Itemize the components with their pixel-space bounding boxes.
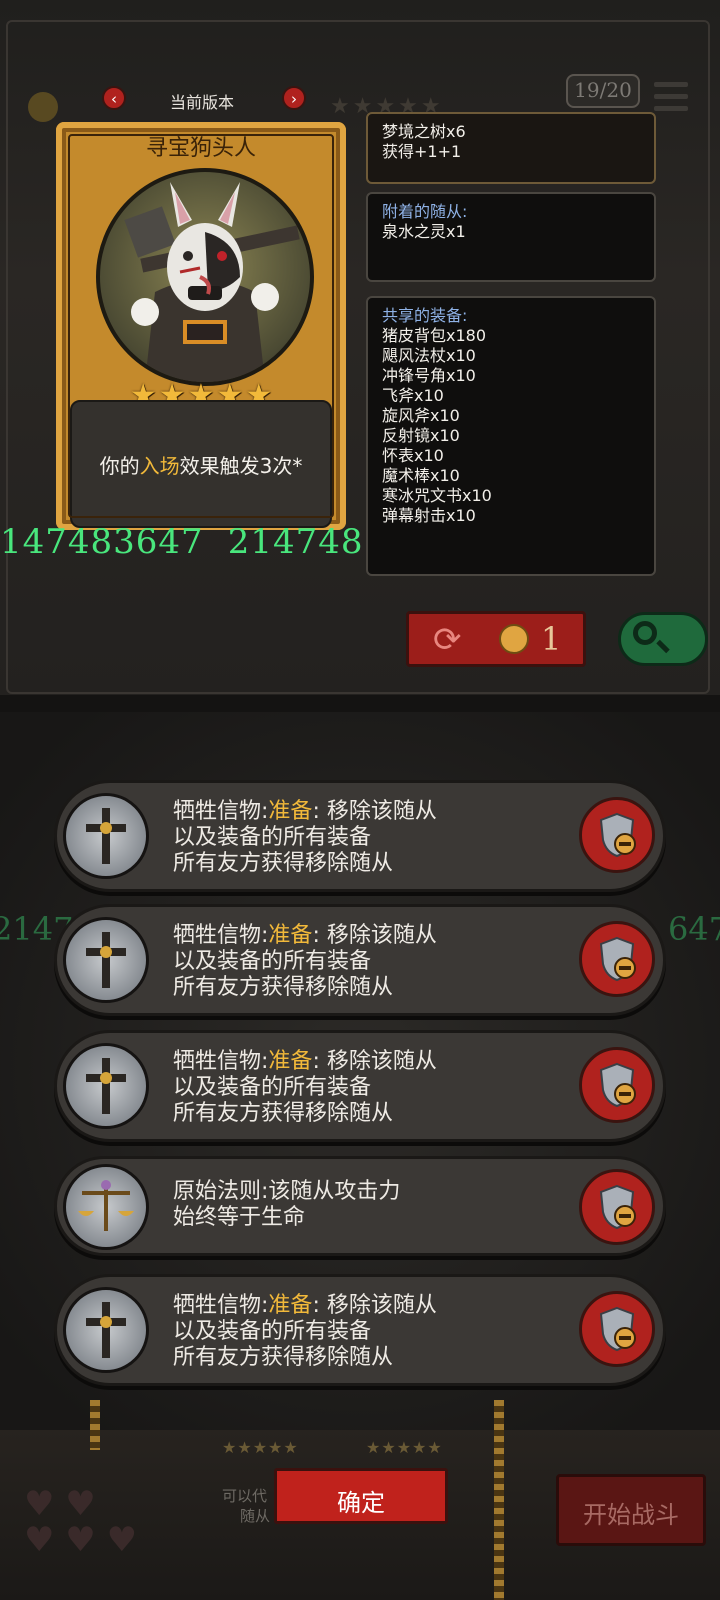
equipment-item: 飞斧x10 <box>382 386 444 405</box>
search-icon <box>633 621 657 645</box>
remove-relic-button[interactable] <box>579 1047 655 1123</box>
attack-value: 147483647 <box>0 522 204 562</box>
kobold-dog-portrait-icon <box>96 168 314 386</box>
relic-description: 牺牲信物:准备: 移除该随从 以及装备的所有装备 所有友方获得移除随从 <box>173 1049 437 1126</box>
hero-name: 寻宝狗头人 <box>145 136 256 161</box>
equipment-item: 弹幕射击x10 <box>382 506 476 525</box>
shield-minus-icon <box>599 1306 636 1352</box>
remove-relic-button[interactable] <box>579 797 655 873</box>
star-row-decoration: ★★★★★ <box>366 1438 443 1457</box>
confirm-label: 确定 <box>337 1489 385 1517</box>
relic-row: 牺牲信物:准备: 移除该随从 以及装备的所有装备 所有友方获得移除随从 <box>54 904 666 1016</box>
dream-tree-panel: 梦境之树x6 获得+1+1 <box>366 112 656 184</box>
relic-description: 牺牲信物:准备: 移除该随从 以及装备的所有装备 所有友方获得移除随从 <box>173 1293 437 1370</box>
shield-minus-icon <box>599 1062 636 1108</box>
shared-equipment-panel: 共享的装备: 猪皮背包x180 飓风法杖x10 冲锋号角x10 飞斧x10 旋风… <box>366 296 656 576</box>
relic-row: 牺牲信物:准备: 移除该随从 以及装备的所有装备 所有友方获得移除随从 <box>54 1030 666 1142</box>
equipment-item: 旋风斧x10 <box>382 406 460 425</box>
chain-decoration <box>494 1400 504 1600</box>
relic-row: 原始法则:该随从攻击力 始终等于生命 <box>54 1156 666 1256</box>
equipment-item: 怀表x10 <box>382 446 444 465</box>
menu-icon[interactable] <box>654 82 688 118</box>
search-button[interactable] <box>618 612 708 666</box>
equipment-item: 魔术棒x10 <box>382 466 460 485</box>
scales-relic-icon <box>63 1164 149 1250</box>
cross-relic-icon <box>63 793 149 879</box>
cross-relic-icon <box>63 1043 149 1129</box>
shield-minus-icon <box>599 1184 636 1230</box>
equipment-item: 飓风法杖x10 <box>382 346 476 365</box>
start-battle-label: 开始战斗 <box>583 1501 679 1529</box>
relic-description: 牺牲信物:准备: 移除该随从 以及装备的所有装备 所有友方获得移除随从 <box>173 799 437 876</box>
confirm-button[interactable]: 确定 <box>274 1468 448 1524</box>
relic-description: 原始法则:该随从攻击力 始终等于生命 <box>173 1179 401 1230</box>
cross-relic-icon <box>63 917 149 1003</box>
chain-decoration <box>90 1400 100 1450</box>
hero-detail-panel: ‹ 当前版本 › ★★★★★ 19/20 寻宝狗头人 ★★★★★ 你的入场效果触… <box>0 0 720 695</box>
shared-heading: 共享的装备: <box>382 306 468 325</box>
remove-relic-button[interactable] <box>579 1291 655 1367</box>
equipment-item: 寒冰咒文书x10 <box>382 486 492 505</box>
previous-version-button[interactable]: ‹ <box>102 86 126 110</box>
refresh-shop-button[interactable]: ⟳ 1 <box>406 611 586 667</box>
version-label: 当前版本 <box>170 93 235 112</box>
relic-description: 牺牲信物:准备: 移除该随从 以及装备的所有装备 所有友方获得移除随从 <box>173 923 437 1000</box>
hero-card[interactable]: 寻宝狗头人 ★★★★★ 你的入场效果触发3次* <box>56 122 346 530</box>
background-number: 647 <box>668 910 720 948</box>
star-row-decoration: ★★★★★ <box>222 1438 299 1457</box>
attached-minions-panel: 附着的随从: 泉水之灵x1 <box>366 192 656 282</box>
attached-heading: 附着的随从: <box>382 202 468 221</box>
hero-effect-box: 你的入场效果触发3次* <box>70 400 332 528</box>
relic-row: 牺牲信物:准备: 移除该随从 以及装备的所有装备 所有友方获得移除随从 <box>54 780 666 892</box>
faded-hint-text: 可以代 随从 <box>222 1487 271 1525</box>
version-switcher: ‹ 当前版本 › <box>100 86 312 112</box>
coin-icon <box>499 624 529 654</box>
slot-counter: 19/20 <box>566 74 640 108</box>
dream-tree-bonus: 获得+1+1 <box>382 142 462 161</box>
lives-hearts: ♥ ♥ ♥ ♥ ♥ <box>24 1484 138 1560</box>
next-version-button[interactable]: › <box>282 86 306 110</box>
equipment-item: 反射镜x10 <box>382 426 460 445</box>
shield-minus-icon <box>599 812 636 858</box>
refresh-cost: 1 <box>541 620 562 658</box>
remove-relic-button[interactable] <box>579 1169 655 1245</box>
start-battle-button[interactable]: 开始战斗 <box>556 1474 706 1546</box>
equipment-item: 冲锋号角x10 <box>382 366 476 385</box>
hero-effect-text: 你的入场效果触发3次* <box>99 454 303 478</box>
shield-minus-icon <box>599 936 636 982</box>
dream-tree-count: 梦境之树x6 <box>382 122 466 141</box>
refresh-icon: ⟳ <box>433 620 462 660</box>
attached-item: 泉水之灵x1 <box>382 222 466 241</box>
cross-relic-icon <box>63 1287 149 1373</box>
relic-row: 牺牲信物:准备: 移除该随从 以及装备的所有装备 所有友方获得移除随从 <box>54 1274 666 1386</box>
gold-coin-icon <box>28 92 58 122</box>
equipment-item: 猪皮背包x180 <box>382 326 487 345</box>
remove-relic-button[interactable] <box>579 921 655 997</box>
